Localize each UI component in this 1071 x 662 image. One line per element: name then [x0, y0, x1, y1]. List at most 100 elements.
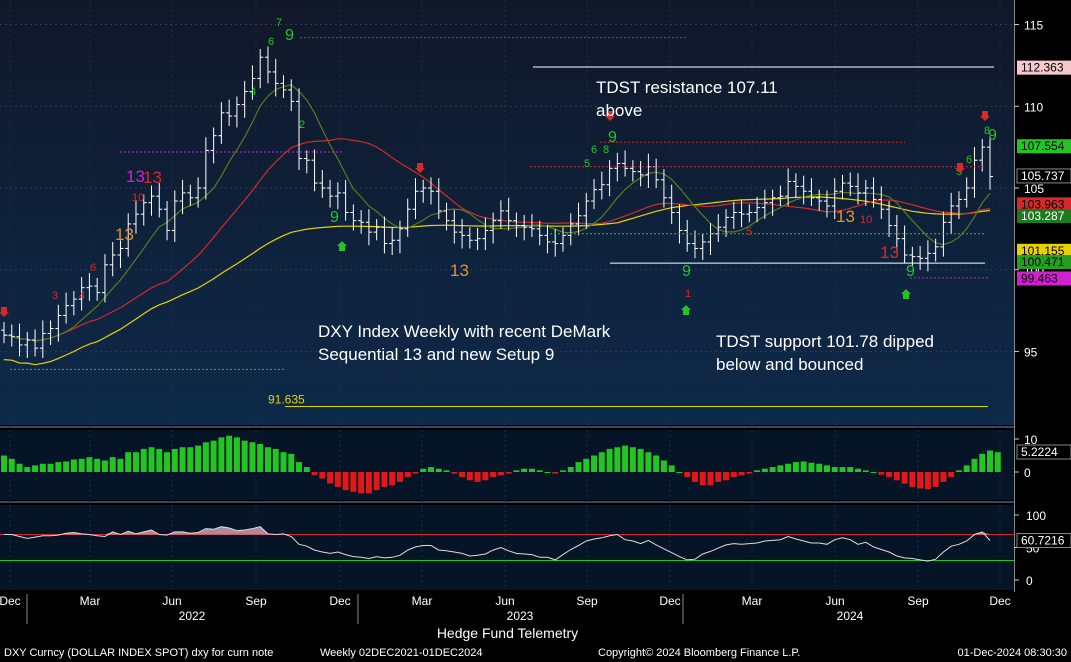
momentum-bar	[24, 467, 31, 472]
demark-count: 8	[984, 125, 990, 137]
price-label-tag: 105.737	[1016, 168, 1071, 184]
momentum-bar	[614, 447, 621, 472]
chart-title: DXY Index Weekly with recent DeMark Sequ…	[318, 322, 611, 364]
momentum-bar	[342, 472, 349, 491]
momentum-bar	[653, 455, 660, 472]
momentum-bar	[738, 472, 745, 476]
momentum-bar	[389, 472, 396, 486]
demark-count: 13	[126, 167, 145, 186]
price-label-text: 107.554	[1021, 139, 1065, 153]
momentum-bar	[893, 472, 900, 481]
momentum-bar	[730, 472, 737, 477]
momentum-bar	[8, 458, 15, 472]
momentum-bar	[288, 453, 295, 472]
oscillator-tick-label: 100	[1026, 509, 1046, 523]
momentum-bar	[979, 453, 986, 472]
momentum-bar	[365, 472, 372, 494]
demark-count: 9	[682, 263, 691, 280]
time-tick-label: Dec	[989, 594, 1010, 608]
momentum-bar	[855, 468, 862, 472]
oscillator-value-label: 60.7216	[1021, 534, 1065, 548]
momentum-bar	[70, 459, 77, 472]
momentum-bar	[264, 447, 271, 472]
momentum-bar	[218, 437, 225, 472]
chart-title-line1: DXY Index Weekly with recent DeMark Sequ…	[318, 320, 648, 366]
momentum-bar	[816, 463, 823, 472]
demark-count: 13	[143, 168, 162, 187]
price-label-tag: 100.471	[1017, 255, 1071, 270]
momentum-bar	[567, 467, 574, 472]
momentum-bar	[622, 445, 629, 472]
momentum-bar	[420, 468, 427, 472]
momentum-bar	[55, 462, 62, 472]
demark-count: 2	[299, 119, 305, 131]
demark-count: 9	[330, 209, 339, 226]
time-tick-label: Sep	[245, 594, 267, 608]
momentum-bar	[373, 472, 380, 491]
momentum-bar	[707, 472, 714, 486]
demark-count: 7	[276, 17, 282, 29]
demark-count: 5	[746, 226, 752, 238]
tdst-resistance-label: TDST resistance 107.11 above	[596, 76, 826, 122]
momentum-bar	[528, 468, 535, 472]
momentum-bar	[948, 472, 955, 477]
momentum-bar	[117, 458, 124, 472]
time-tick-label: Jun	[495, 594, 514, 608]
momentum-bar	[598, 452, 605, 472]
momentum-bar	[195, 445, 202, 472]
demark-count: 6	[591, 144, 597, 156]
momentum-bar	[140, 448, 147, 472]
tdst-resistance-text: TDST resistance 107.11 above	[596, 78, 778, 120]
demark-count: 13	[836, 207, 855, 226]
time-tick-label: Mar	[80, 594, 101, 608]
momentum-bar	[723, 472, 730, 481]
momentum-bar	[156, 448, 163, 472]
momentum-bar	[482, 472, 489, 481]
demark-count: 9	[285, 27, 294, 44]
momentum-bar	[513, 470, 520, 472]
momentum-value-label: 5.2224	[1021, 445, 1058, 459]
momentum-tick-label: 0	[1024, 466, 1031, 480]
time-tick-label: Mar	[412, 594, 433, 608]
price-label-text: 112.363	[1021, 61, 1064, 75]
demark-count: 13	[880, 243, 899, 262]
demark-count: 13	[115, 225, 134, 244]
year-label: 2023	[507, 609, 534, 623]
momentum-bar	[847, 467, 854, 472]
year-label: 2024	[837, 609, 864, 623]
momentum-bar	[536, 470, 543, 472]
momentum-bar	[497, 472, 504, 476]
momentum-bar	[101, 460, 108, 472]
momentum-bar	[715, 472, 722, 482]
demark-count: 10	[860, 214, 872, 226]
momentum-bar	[443, 470, 450, 472]
demark-count: 10	[132, 192, 144, 204]
momentum-bar	[886, 472, 893, 477]
momentum-bar	[474, 472, 481, 482]
oscillator-panel-bg	[0, 505, 1014, 590]
price-label-tag: 107.554	[1017, 139, 1071, 154]
momentum-bar	[233, 437, 240, 472]
momentum-bar	[971, 458, 978, 472]
price-label-tag: 112.363	[1017, 60, 1071, 75]
momentum-bar	[909, 472, 916, 487]
price-label-text: 105.737	[1021, 169, 1065, 183]
momentum-bar	[691, 472, 698, 482]
momentum-bar	[699, 472, 706, 486]
momentum-bar	[676, 472, 683, 473]
momentum-bar	[451, 472, 458, 474]
time-tick-label: Mar	[742, 594, 763, 608]
demark-count: 1	[685, 288, 691, 300]
time-tick-label: Sep	[576, 594, 598, 608]
demark-count: 8	[603, 144, 609, 156]
momentum-bar	[428, 467, 435, 472]
demark-count: 6	[268, 36, 274, 48]
momentum-bar	[179, 447, 186, 472]
momentum-bar	[272, 448, 279, 472]
momentum-bar	[808, 462, 815, 472]
momentum-bar	[862, 470, 869, 472]
timestamp-label: 01-Dec-2024 08:30:30	[957, 647, 1067, 659]
momentum-bar	[132, 452, 139, 472]
momentum-bar	[47, 463, 54, 472]
momentum-bar	[559, 470, 566, 472]
